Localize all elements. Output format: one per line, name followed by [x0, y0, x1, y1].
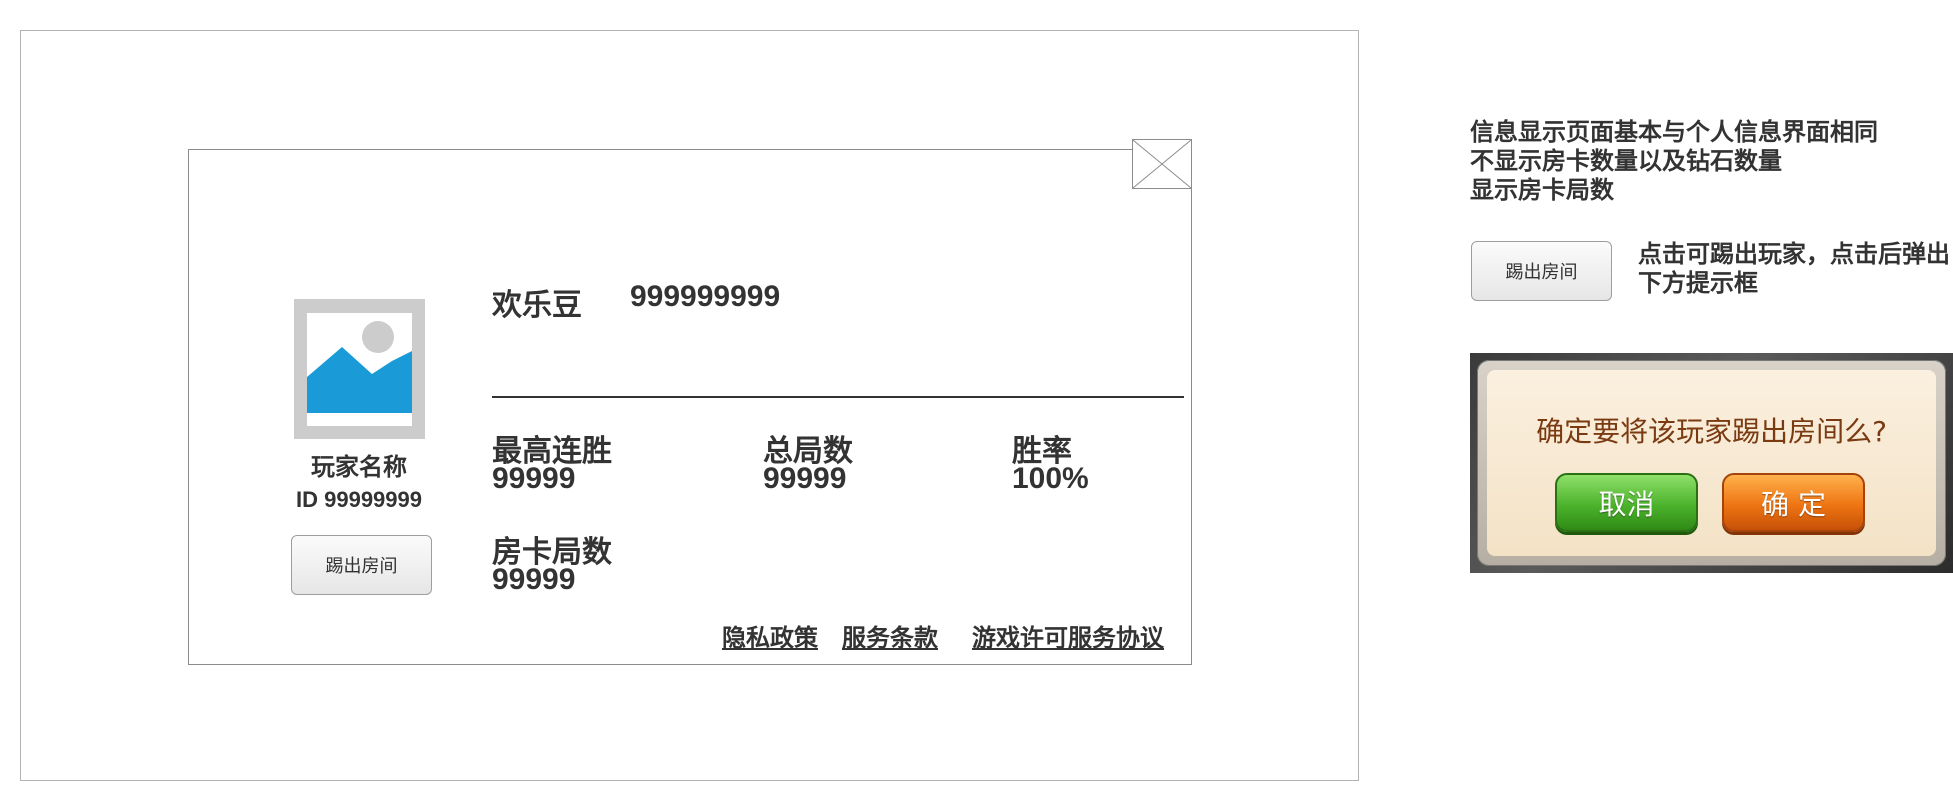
beans-value: 999999999: [630, 280, 781, 313]
room-card-games-value: 99999: [492, 563, 576, 596]
confirm-dialog: [1487, 370, 1936, 556]
kick-from-room-button[interactable]: 踢出房间: [291, 535, 432, 595]
annotation-line-3: 显示房卡局数: [1470, 177, 1614, 204]
player-id: ID 99999999: [296, 487, 422, 512]
annotation-line-1: 信息显示页面基本与个人信息界面相同: [1470, 119, 1878, 146]
kick-from-room-button-sample[interactable]: 踢出房间: [1471, 241, 1612, 301]
game-license-agreement-link[interactable]: 游戏许可服务协议: [972, 618, 1164, 653]
confirm-button[interactable]: 确 定: [1722, 473, 1865, 532]
confirm-dialog-message: 确定要将该玩家踢出房间么?: [1536, 415, 1887, 448]
kick-annotation-line-2: 下方提示框: [1638, 270, 1758, 297]
total-games-value: 99999: [763, 462, 847, 495]
kick-annotation-line-1: 点击可踢出玩家，点击后弹出: [1638, 241, 1950, 268]
divider: [492, 396, 1184, 398]
player-name: 玩家名称: [311, 454, 407, 481]
annotation-note: 信息显示页面基本与个人信息界面相同 不显示房卡数量以及钻石数量 显示房卡局数: [1470, 118, 1878, 205]
max-streak-value: 99999: [492, 462, 576, 495]
avatar: [294, 299, 425, 439]
cancel-button[interactable]: 取消: [1555, 473, 1698, 532]
annotation-line-2: 不显示房卡数量以及钻石数量: [1470, 148, 1782, 175]
terms-of-service-link[interactable]: 服务条款: [842, 618, 938, 653]
kick-annotation: 点击可踢出玩家，点击后弹出 下方提示框: [1638, 240, 1950, 298]
beans-label: 欢乐豆: [492, 289, 582, 322]
image-placeholder-icon: [307, 313, 412, 426]
win-rate-value: 100%: [1012, 462, 1089, 495]
privacy-policy-link[interactable]: 隐私政策: [722, 618, 818, 653]
close-icon[interactable]: [1132, 139, 1192, 189]
